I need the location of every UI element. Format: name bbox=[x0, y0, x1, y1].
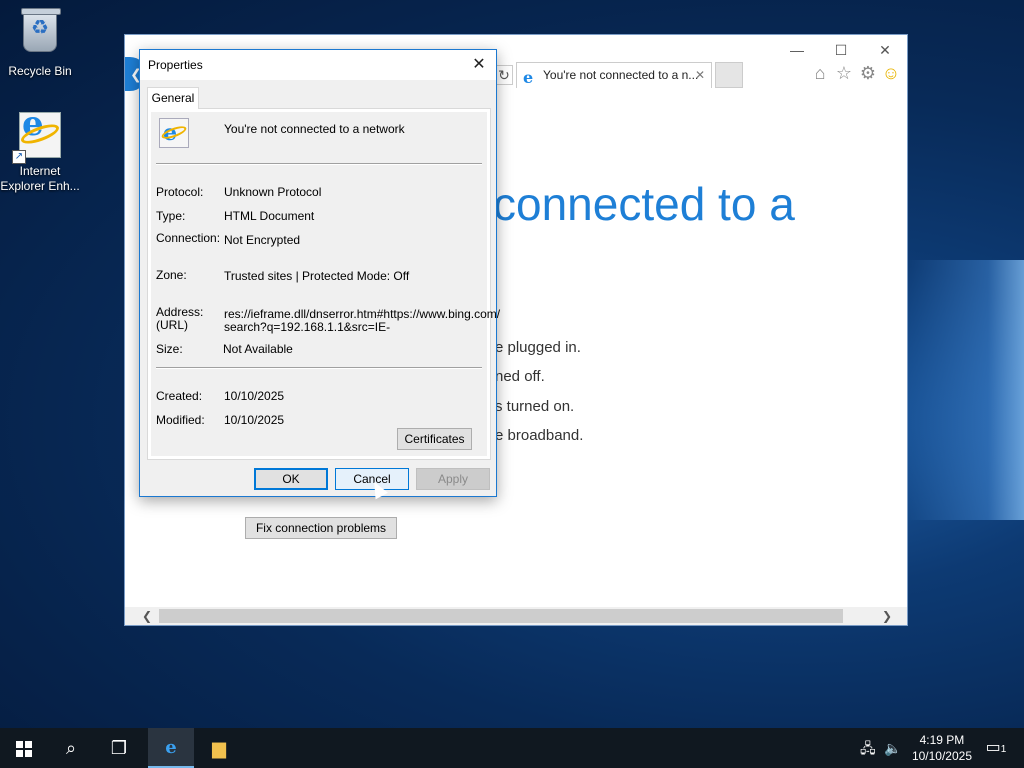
type-value: HTML Document bbox=[224, 209, 315, 223]
action-center-icon[interactable]: ▭1 bbox=[982, 728, 1010, 768]
connection-label: Connection: bbox=[156, 231, 221, 245]
size-label: Size: bbox=[156, 342, 183, 356]
search-icon[interactable]: ⌕ bbox=[48, 728, 94, 768]
protocol-label: Protocol: bbox=[156, 185, 204, 199]
size-value: Not Available bbox=[223, 342, 293, 356]
certificates-button[interactable]: Certificates bbox=[397, 428, 472, 450]
address-label: Address: bbox=[156, 305, 204, 319]
internet-explorer-taskbar-icon[interactable]: e bbox=[148, 728, 194, 768]
horizontal-scrollbar[interactable]: ❮ ❯ bbox=[125, 607, 907, 625]
created-label: Created: bbox=[156, 389, 203, 403]
dialog-titlebar[interactable]: Properties ✕ bbox=[140, 50, 496, 80]
dialog-title: Properties bbox=[148, 58, 203, 72]
fix-connection-problems-button[interactable]: Fix connection problems bbox=[245, 517, 397, 539]
ok-button[interactable]: OK bbox=[254, 468, 328, 490]
desktop-icon-label: Internet Explorer Enh... bbox=[0, 164, 80, 193]
internet-explorer-icon: e bbox=[523, 68, 534, 87]
separator bbox=[156, 163, 482, 165]
wallpaper-light bbox=[904, 260, 1024, 520]
address-value-line1: res://ieframe.dll/dnserror.htm#https://w… bbox=[224, 307, 501, 321]
tab-title: You're not connected to a n... bbox=[543, 68, 699, 82]
page-title-value: You're not connected to a network bbox=[224, 122, 405, 136]
zone-label: Zone: bbox=[156, 268, 187, 282]
clock-time: 4:19 PM bbox=[919, 733, 965, 747]
volume-muted-icon[interactable]: 🔈 bbox=[884, 728, 904, 768]
minimize-button[interactable]: — bbox=[775, 39, 819, 61]
suggestion-text: e plugged in. bbox=[495, 339, 581, 356]
network-disconnected-icon[interactable]: 🖧 bbox=[860, 728, 880, 768]
protocol-value: Unknown Protocol bbox=[224, 185, 322, 199]
address-url-label: (URL) bbox=[156, 318, 188, 332]
desktop-icon-internet-explorer[interactable]: e ↗ Internet Explorer Enh... bbox=[0, 107, 80, 194]
suggestion-text: ned off. bbox=[495, 368, 545, 385]
taskbar: ⌕ ❐ e ▆ 🖧 🔈 4:19 PM 10/10/2025 ▭1 bbox=[0, 728, 1024, 768]
favorites-icon[interactable]: ☆ bbox=[833, 63, 855, 84]
settings-gear-icon[interactable]: ⚙ bbox=[857, 63, 879, 84]
recycle-bin-icon bbox=[16, 8, 64, 60]
page-heading: connected to a bbox=[493, 178, 795, 230]
clock[interactable]: 4:19 PM 10/10/2025 bbox=[912, 732, 972, 764]
separator bbox=[156, 367, 482, 369]
feedback-smiley-icon[interactable]: ☺ bbox=[880, 63, 902, 84]
scrollbar-thumb[interactable] bbox=[159, 609, 843, 623]
start-button[interactable] bbox=[0, 728, 46, 768]
apply-button[interactable]: Apply bbox=[416, 468, 490, 490]
general-tab-panel: e You're not connected to a network Prot… bbox=[147, 108, 500, 460]
new-tab-button[interactable] bbox=[715, 62, 743, 88]
tab-general[interactable]: General bbox=[147, 87, 199, 109]
shortcut-arrow-icon: ↗ bbox=[12, 150, 26, 164]
desktop-icon-label: Recycle Bin bbox=[8, 64, 72, 78]
connection-value: Not Encrypted bbox=[224, 233, 301, 247]
modified-label: Modified: bbox=[156, 413, 205, 427]
close-button[interactable]: ✕ bbox=[863, 39, 907, 61]
refresh-icon[interactable]: ↻ bbox=[495, 65, 513, 85]
home-icon[interactable]: ⌂ bbox=[809, 63, 831, 84]
task-view-icon[interactable]: ❐ bbox=[96, 728, 142, 768]
address-value-line2: search?q=192.168.1.1&src=IE- bbox=[224, 320, 391, 334]
dialog-close-icon[interactable]: ✕ bbox=[462, 50, 496, 80]
maximize-button[interactable]: ☐ bbox=[819, 39, 863, 61]
notification-count: 1 bbox=[1000, 744, 1007, 755]
suggestion-text: e broadband. bbox=[495, 427, 584, 444]
file-explorer-icon[interactable]: ▆ bbox=[196, 728, 242, 768]
desktop-icon-recycle-bin[interactable]: Recycle Bin bbox=[0, 8, 80, 79]
modified-value: 10/10/2025 bbox=[224, 413, 285, 427]
created-value: 10/10/2025 bbox=[224, 389, 285, 403]
internet-explorer-icon: e ↗ bbox=[12, 107, 64, 164]
tab-not-connected[interactable]: e You're not connected to a n... ✕ bbox=[516, 62, 712, 88]
type-label: Type: bbox=[156, 209, 186, 223]
properties-dialog: Properties ✕ General e You're not connec… bbox=[139, 49, 500, 497]
notification-icon: ▭ bbox=[985, 739, 1001, 756]
zone-value: Trusted sites | Protected Mode: Off bbox=[224, 269, 410, 283]
windows-logo-icon bbox=[16, 741, 32, 757]
scroll-left-icon[interactable]: ❮ bbox=[137, 607, 157, 625]
suggestion-text: s turned on. bbox=[495, 398, 575, 415]
tab-close-icon[interactable]: ✕ bbox=[695, 63, 705, 87]
clock-date: 10/10/2025 bbox=[911, 749, 972, 763]
scroll-right-icon[interactable]: ❯ bbox=[877, 607, 897, 625]
internet-explorer-document-icon: e bbox=[159, 118, 189, 148]
